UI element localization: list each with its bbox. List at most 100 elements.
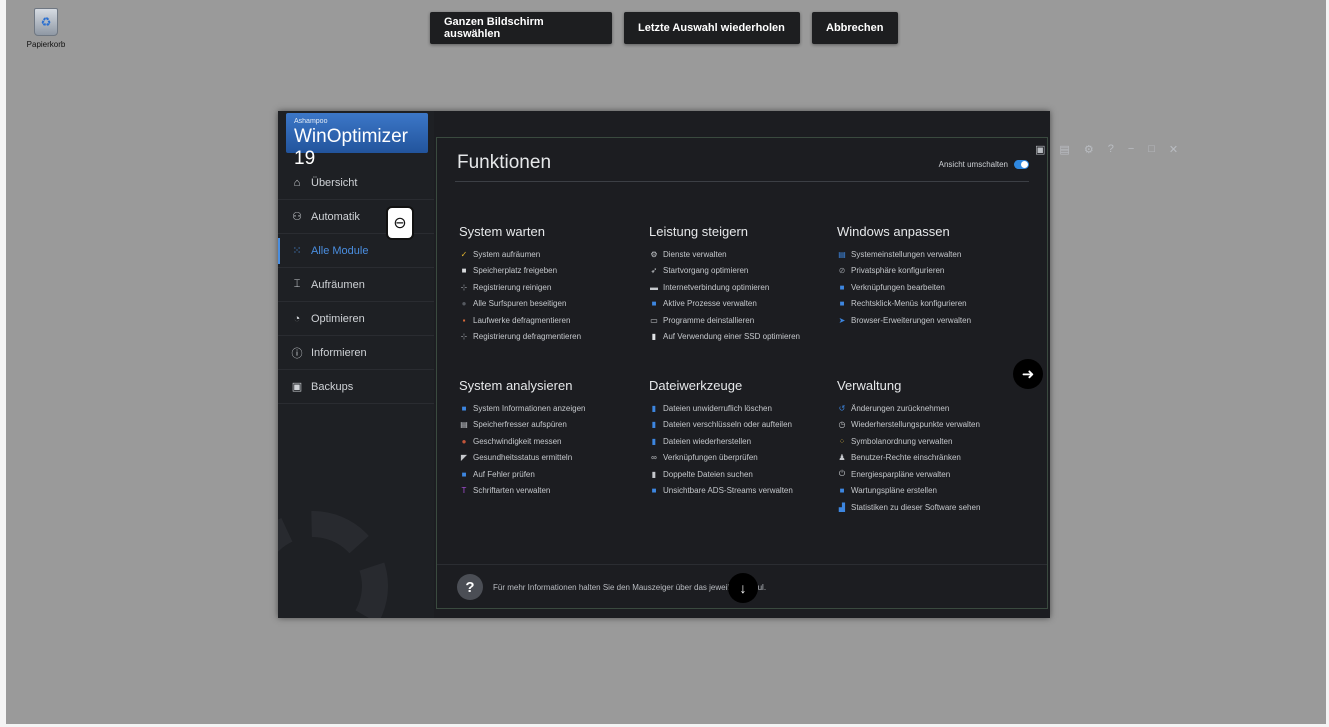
- module-link[interactable]: ▮ Doppelte Dateien suchen: [649, 466, 839, 483]
- module-link[interactable]: ⊘ Privatsphäre konfigurieren: [837, 263, 1027, 280]
- module-link[interactable]: ∞ Verknüpfungen überprüfen: [649, 450, 839, 467]
- services-icon: ⚙: [650, 249, 658, 259]
- view-toggle-label: Ansicht umschalten: [938, 160, 1008, 169]
- icon-layout-icon: ⁘: [838, 436, 846, 446]
- recycle-bin-shortcut[interactable]: ♻ Papierkorb: [22, 8, 70, 49]
- module-link-label: Browser-Erweiterungen verwalten: [851, 315, 972, 325]
- sidebar-item-label: Informieren: [311, 346, 367, 359]
- module-link[interactable]: ■ Auf Fehler prüfen: [459, 466, 649, 483]
- scroll-down-arrow-icon[interactable]: ↓: [728, 573, 758, 603]
- browser-extension-icon: ➤: [838, 315, 846, 325]
- module-link-label: Symbolanordnung verwalten: [851, 436, 953, 446]
- window-controls: ▣ ▤ ⚙? − □ ✕: [1035, 143, 1178, 156]
- module-link[interactable]: ■ Speicherplatz freigeben: [459, 263, 649, 280]
- recycle-bin-label: Papierkorb: [26, 40, 66, 49]
- sidebar-item-aufräumen[interactable]: ⌶ Aufräumen: [278, 268, 434, 302]
- module-link[interactable]: ▮ Dateien unwiderruflich löschen: [649, 400, 839, 417]
- undelete-icon: ▮: [651, 436, 657, 446]
- module-link-label: Unsichtbare ADS-Streams verwalten: [663, 486, 793, 496]
- context-menu-icon: ■: [839, 299, 845, 309]
- module-link[interactable]: ■ Rechtsklick-Menüs konfigurieren: [837, 296, 1027, 313]
- sidebar-item-label: Optimieren: [311, 312, 365, 325]
- module-link[interactable]: ➶ Startvorgang optimieren: [649, 263, 839, 280]
- page-title: Funktionen: [457, 152, 552, 173]
- module-link[interactable]: ■ Verknüpfungen bearbeiten: [837, 279, 1027, 296]
- module-link[interactable]: ● Geschwindigkeit messen: [459, 433, 649, 450]
- module-link[interactable]: ⊹ Registrierung defragmentieren: [459, 329, 649, 346]
- module-link[interactable]: ■ Unsichtbare ADS-Streams verwalten: [649, 483, 839, 500]
- module-link[interactable]: ⊹ Registrierung reinigen: [459, 279, 649, 296]
- module-link[interactable]: ● Alle Surfspuren beseitigen: [459, 296, 649, 313]
- disk-icon: ■: [461, 266, 467, 276]
- module-link-label: System aufräumen: [473, 249, 541, 259]
- home-icon: ⌂: [293, 176, 301, 189]
- app-logo: Ashampoo WinOptimizer 19: [286, 113, 428, 169]
- module-link[interactable]: ■ System Informationen anzeigen: [459, 400, 649, 417]
- module-link[interactable]: ◤ Gesundheitsstatus ermitteln: [459, 450, 649, 467]
- chat-icon[interactable]: ▣: [1035, 143, 1045, 156]
- view-toggle[interactable]: Ansicht umschalten: [939, 160, 1029, 169]
- module-link[interactable]: ▭ Programme deinstallieren: [649, 312, 839, 329]
- module-link-label: Programme deinstallieren: [663, 315, 755, 325]
- module-link[interactable]: ▮ Auf Verwendung einer SSD optimieren: [649, 329, 839, 346]
- module-link[interactable]: ♟ Benutzer-Rechte einschränken: [837, 450, 1027, 467]
- network-icon: ▬: [650, 282, 658, 292]
- module-link-label: Aktive Prozesse verwalten: [663, 299, 757, 309]
- module-link[interactable]: ■ Wartungspläne erstellen: [837, 483, 1027, 500]
- repeat-last-selection-button[interactable]: Letzte Auswahl wiederholen: [624, 12, 800, 44]
- section-title: Verwaltung: [837, 378, 902, 393]
- module-section: System analysieren ■ System Informationen …: [459, 378, 649, 499]
- mouse-cursor-icon: ⊖: [386, 206, 414, 240]
- module-link-label: Benutzer-Rechte einschränken: [851, 453, 961, 463]
- user-rights-icon: ♟: [838, 453, 846, 463]
- module-link[interactable]: ⁘ Symbolanordnung verwalten: [837, 433, 1027, 450]
- sidebar-item-übersicht[interactable]: ⌂ Übersicht: [278, 166, 434, 200]
- app-window: Ashampoo WinOptimizer 19 ⌂ Übersicht ⚇ Auto…: [278, 111, 1178, 618]
- module-link-label: Statistiken zu dieser Software sehen: [851, 502, 981, 512]
- module-link[interactable]: ▮ Dateien wiederherstellen: [649, 433, 839, 450]
- help-circle-icon: ?: [457, 574, 483, 600]
- sidebar-item-optimieren[interactable]: ◔ Optimieren: [278, 302, 434, 336]
- notes-icon[interactable]: ▤: [1059, 143, 1069, 156]
- sidebar-item-label: Aufräumen: [311, 278, 365, 291]
- uninstall-icon: ▭: [650, 315, 658, 325]
- module-link[interactable]: ▤ Systemeinstellungen verwalten: [837, 246, 1027, 263]
- sidebar-item-label: Übersicht: [311, 176, 358, 189]
- logo-product: WinOptimizer 19: [294, 126, 409, 169]
- select-fullscreen-button[interactable]: Ganzen Bildschirm auswählen: [430, 12, 612, 44]
- automation-icon: ⚇: [292, 211, 302, 223]
- section-title: Windows anpassen: [837, 224, 950, 239]
- info-icon: ⓘ: [291, 347, 303, 360]
- module-link[interactable]: ⏻ Energiesparpläne verwalten: [837, 466, 1027, 483]
- section-title: System analysieren: [459, 378, 573, 393]
- module-link-label: Dateien verschlüsseln oder aufteilen: [663, 420, 792, 430]
- next-page-arrow-icon[interactable]: ➜: [1013, 359, 1043, 389]
- cancel-button[interactable]: Abbrechen: [812, 12, 898, 44]
- minimize-icon[interactable]: −: [1128, 143, 1134, 156]
- module-link[interactable]: T Schriftarten verwalten: [459, 483, 649, 500]
- maximize-icon[interactable]: □: [1148, 143, 1155, 156]
- module-link[interactable]: ▤ Speicherfresser aufspüren: [459, 417, 649, 434]
- module-link[interactable]: ◷ Wiederherstellungspunkte verwalten: [837, 417, 1027, 434]
- gear-icon[interactable]: ⚙: [1084, 143, 1094, 156]
- module-link[interactable]: ▪ Laufwerke defragmentieren: [459, 312, 649, 329]
- sidebar-item-backups[interactable]: ▣ Backups: [278, 370, 434, 404]
- module-link-label: Wiederherstellungspunkte verwalten: [851, 420, 980, 430]
- help-icon[interactable]: ?: [1108, 143, 1114, 156]
- module-link[interactable]: ▮ Dateien verschlüsseln oder aufteilen: [649, 417, 839, 434]
- module-link-label: Verknüpfungen bearbeiten: [851, 282, 945, 292]
- sidebar-item-informieren[interactable]: ⓘ Informieren: [278, 336, 434, 370]
- module-link[interactable]: ↺ Änderungen zurücknehmen: [837, 400, 1027, 417]
- stats-icon: ▟: [838, 502, 846, 512]
- sidebar-nav: ⌂ Übersicht ⚇ Automatik ⁙ Alle Module ⌶ Aufräum…: [278, 166, 434, 404]
- module-link[interactable]: ▟ Statistiken zu dieser Software sehen: [837, 499, 1027, 516]
- module-link[interactable]: ▬ Internetverbindung optimieren: [649, 279, 839, 296]
- module-link[interactable]: ⚙ Dienste verwalten: [649, 246, 839, 263]
- duplicate-icon: ▮: [651, 469, 657, 479]
- close-icon[interactable]: ✕: [1169, 143, 1178, 156]
- calendar-icon: ■: [839, 486, 845, 496]
- module-link[interactable]: ➤ Browser-Erweiterungen verwalten: [837, 312, 1027, 329]
- module-link[interactable]: ✓ System aufräumen: [459, 246, 649, 263]
- module-link[interactable]: ■ Aktive Prozesse verwalten: [649, 296, 839, 313]
- view-toggle-switch[interactable]: [1014, 160, 1029, 169]
